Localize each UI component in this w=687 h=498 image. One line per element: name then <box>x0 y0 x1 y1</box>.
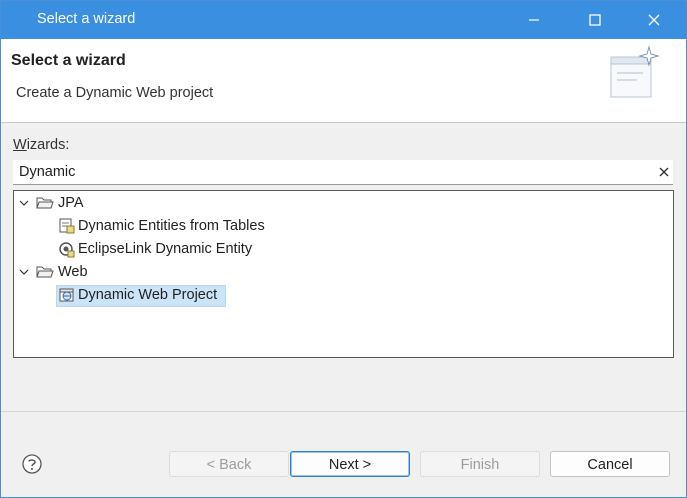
next-button[interactable]: Next > <box>290 451 410 477</box>
tree-item-eclipselink-entity[interactable]: EclipseLink Dynamic Entity <box>58 238 358 260</box>
finish-button[interactable]: Finish <box>420 451 540 477</box>
window-title: Select a wizard <box>37 11 136 27</box>
jpa-entities-icon <box>58 217 76 235</box>
wizard-dialog: Select a wizard Select a wizard Create a… <box>0 0 687 498</box>
tree-item-label: Dynamic Web Project <box>78 287 218 303</box>
folder-open-icon <box>36 263 54 281</box>
tree-item-dynamic-entities[interactable]: Dynamic Entities from Tables <box>58 215 358 237</box>
tree-item-label: EclipseLink Dynamic Entity <box>78 241 253 257</box>
chevron-down-icon[interactable] <box>18 197 30 209</box>
maximize-icon[interactable] <box>579 5 609 35</box>
page-description: Create a Dynamic Web project <box>16 85 214 101</box>
title-bar[interactable]: Select a wizard <box>1 1 686 39</box>
tree-group-label: Web <box>58 264 88 280</box>
tree-item-label: Dynamic Entities from Tables <box>78 218 265 234</box>
filter-value: Dynamic <box>19 164 76 180</box>
page-title: Select a wizard <box>11 52 126 69</box>
tree-item-dynamic-web-project[interactable]: Dynamic Web Project <box>58 284 358 306</box>
minimize-icon[interactable] <box>519 5 549 35</box>
help-icon[interactable] <box>21 453 43 475</box>
wizard-filter-input[interactable]: Dynamic <box>13 160 673 185</box>
back-button[interactable]: < Back <box>169 451 289 477</box>
close-icon[interactable] <box>639 5 669 35</box>
wizards-label-text: izards: <box>26 137 70 153</box>
tree-group-web[interactable]: Web <box>18 261 318 283</box>
wizards-label-mnemonic: W <box>13 137 27 153</box>
wizard-header: Select a wizard Create a Dynamic Web pro… <box>1 39 686 123</box>
web-project-icon <box>58 286 76 304</box>
folder-open-icon <box>36 194 54 212</box>
cancel-button[interactable]: Cancel <box>550 451 670 477</box>
wizard-banner-icon <box>607 45 663 101</box>
chevron-down-icon[interactable] <box>18 266 30 278</box>
eclipselink-icon <box>58 240 76 258</box>
tree-group-label: JPA <box>58 195 84 211</box>
footer-divider <box>1 411 686 412</box>
tree-group-jpa[interactable]: JPA <box>18 192 318 214</box>
wizard-tree[interactable]: JPA Dynamic Entities from Tables Eclipse… <box>13 190 674 358</box>
wizards-label: Wizards: <box>13 137 69 153</box>
clear-filter-icon[interactable] <box>655 163 673 181</box>
